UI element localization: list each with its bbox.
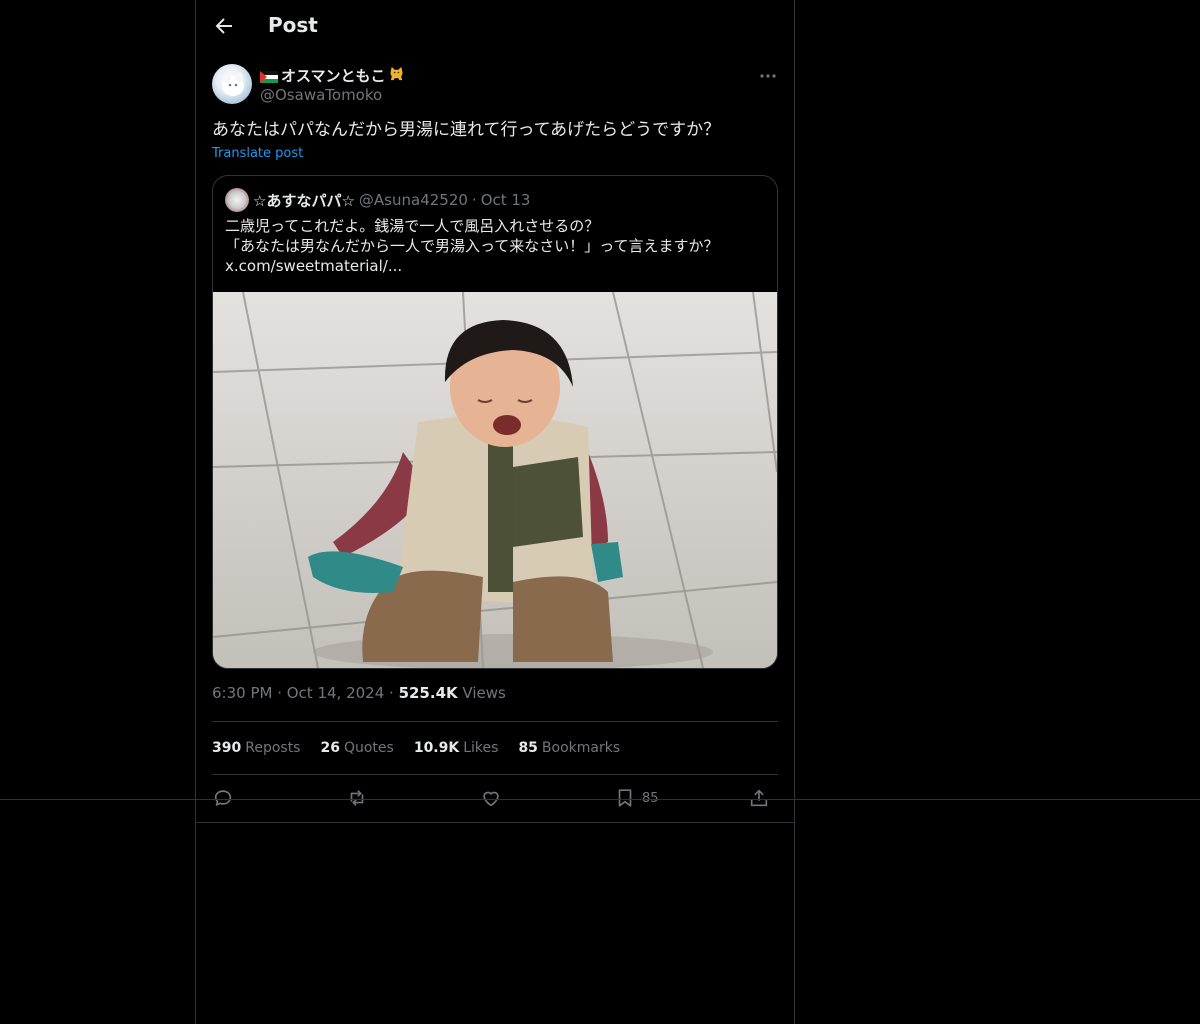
divider (196, 822, 794, 823)
post-timestamp[interactable]: 6:30 PM · Oct 14, 2024 · (212, 684, 399, 702)
quotes-stat[interactable]: 26 Quotes (320, 740, 393, 756)
author-handle[interactable]: @OsawaTomoko (260, 86, 382, 104)
repost-icon (350, 790, 364, 806)
views-count: 525.4K (398, 684, 458, 702)
quote-photo[interactable] (213, 291, 777, 668)
reposts-label: Reposts (245, 740, 301, 756)
quoted-post[interactable]: ☆あすなパパ☆ @Asuna42520 · Oct 13 二歳児ってこれだよ。銭… (212, 175, 778, 669)
quote-header: ☆あすなパパ☆ @Asuna42520 · Oct 13 (225, 188, 530, 212)
quotes-count: 26 (320, 740, 340, 756)
quotes-label: Quotes (343, 740, 394, 756)
post-author: オスマンともこ @OsawaTomoko (212, 64, 778, 108)
quote-date: Oct 13 (480, 191, 531, 209)
author-name-text: オスマンともこ (281, 66, 386, 85)
bookmarks-label: Bookmarks (541, 740, 621, 756)
like-button[interactable] (480, 786, 502, 810)
reply-button[interactable] (212, 786, 234, 810)
quote-avatar (225, 188, 249, 212)
quote-author-name: ☆あすなパパ☆ (253, 191, 355, 210)
page-title: Post (268, 13, 318, 37)
likes-stat[interactable]: 10.9K Likes (414, 740, 499, 756)
share-icon (750, 789, 768, 807)
quote-line: 二歳児ってこれだよ。銭湯で一人で風呂入れさせるの？ (225, 217, 600, 235)
divider (0, 799, 1200, 800)
quote-link[interactable]: x.com/sweetmaterial/... (225, 256, 765, 276)
reposts-stat[interactable]: 390 Reposts (212, 740, 300, 756)
views-label: Views (462, 684, 506, 702)
author-name[interactable]: オスマンともこ (260, 64, 405, 86)
quote-separator: · (471, 191, 477, 209)
bookmark-icon (618, 789, 632, 807)
likes-label: Likes (463, 740, 499, 756)
cat-emoji-icon (388, 65, 405, 86)
reposts-count: 390 (212, 740, 242, 756)
likes-count: 10.9K (413, 740, 460, 756)
heart-icon (483, 791, 499, 807)
back-arrow-icon[interactable] (212, 14, 236, 38)
bookmark-button[interactable]: 85 (614, 786, 659, 810)
quote-author-handle: @Asuna42520 (358, 191, 468, 209)
quote-text: 二歳児ってこれだよ。銭湯で一人で風呂入れさせるの？ 「あなたは男なんだから一人で… (225, 216, 765, 276)
share-button[interactable] (748, 786, 770, 810)
bookmarks-stat[interactable]: 85 Bookmarks (518, 740, 620, 756)
post-stats: 390 Reposts 26 Quotes 10.9K Likes 85 Bookmar… (212, 737, 640, 759)
repost-button[interactable] (346, 786, 368, 810)
more-options-icon[interactable] (758, 66, 778, 86)
bookmark-count: 85 (642, 790, 659, 806)
divider (212, 774, 778, 775)
bookmarks-count: 85 (518, 740, 538, 756)
translate-post-link[interactable]: Translate post (212, 146, 303, 161)
avatar[interactable] (212, 64, 252, 104)
post-meta: 6:30 PM · Oct 14, 2024 · 525.4K Views (212, 684, 506, 702)
post-text: あなたはパパなんだから男湯に連れて行ってあげたらどうですか？ (212, 120, 721, 140)
palestine-flag-icon (260, 69, 278, 83)
post-column: Post オスマンともこ @OsawaTomoko あなたはパパなんだから男湯に… (195, 0, 795, 1024)
action-bar: 85 (212, 786, 778, 810)
quote-line: 「あなたは男なんだから一人で男湯入って来なさい！」って言えますか？ (225, 237, 719, 255)
divider (212, 721, 778, 722)
top-bar: Post (196, 0, 794, 53)
reply-icon (214, 790, 232, 806)
